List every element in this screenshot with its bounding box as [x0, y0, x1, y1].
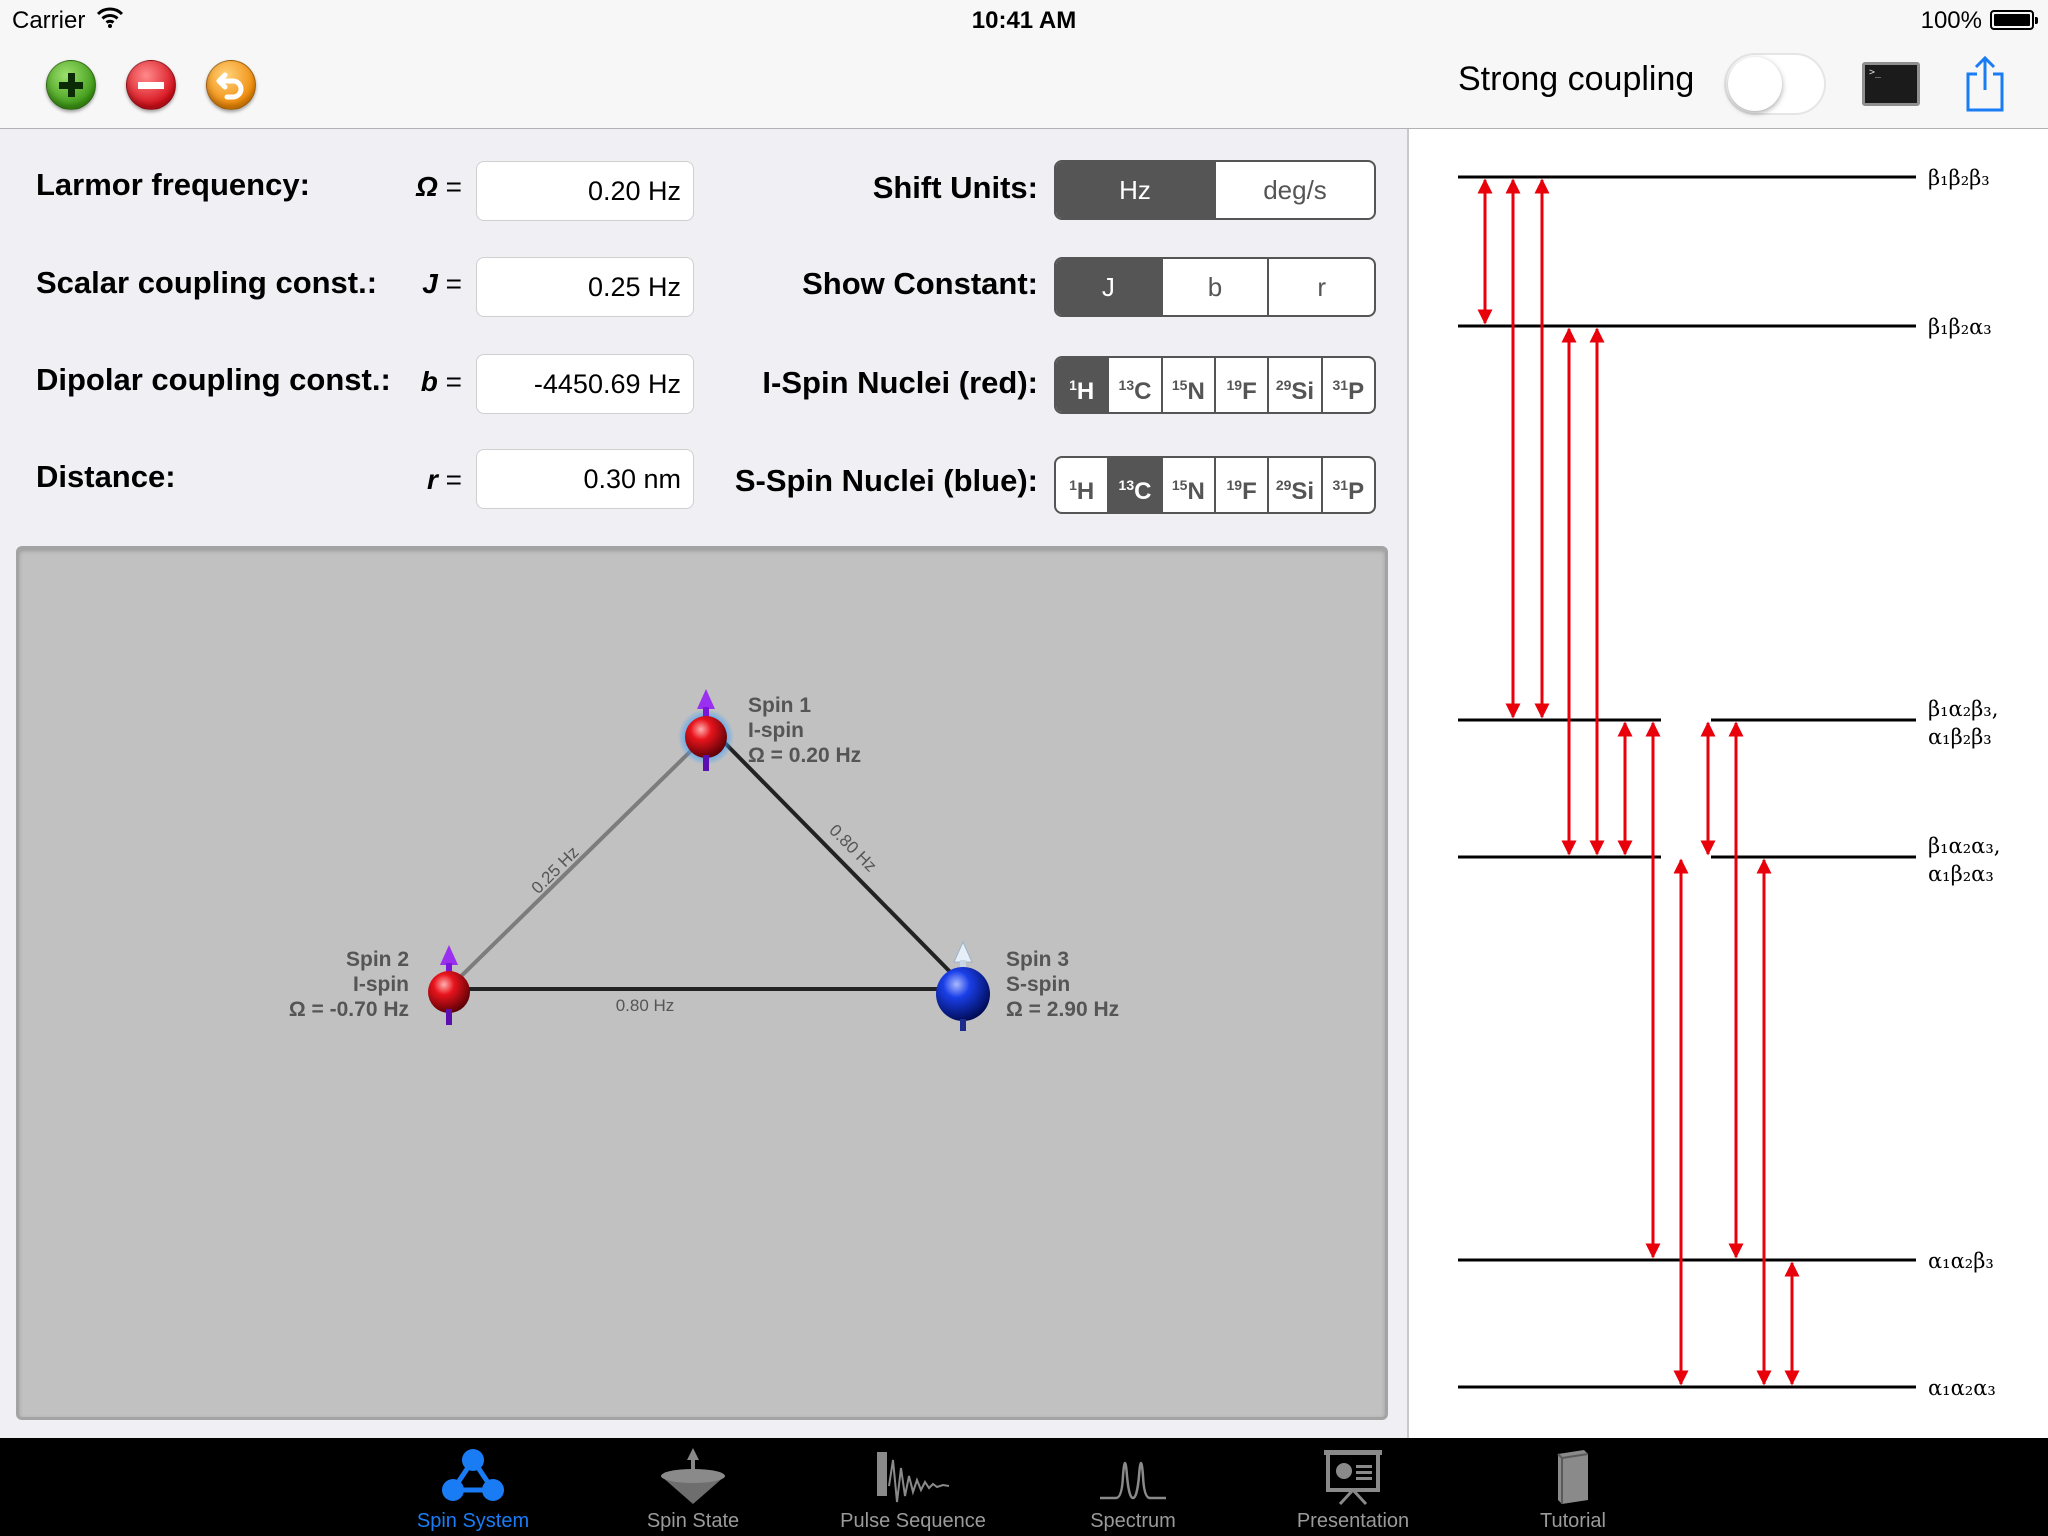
i-spin-option-15n[interactable]: 15N — [1160, 358, 1214, 412]
scalar-coupling-label: Scalar coupling const.: — [36, 265, 378, 300]
spin-2-atom[interactable] — [428, 945, 470, 1025]
show-constant-r[interactable]: r — [1267, 259, 1374, 315]
i-spin-option-19f[interactable]: 19F — [1213, 358, 1267, 412]
spin-2-label: Spin 2 I-spin Ω = -0.70 Hz — [288, 948, 409, 1021]
energy-level-label: α₁α₂α₃ — [1928, 1376, 1996, 1400]
i-spin-option-1h[interactable]: 1H — [1056, 358, 1108, 412]
strong-coupling-label: Strong coupling — [1458, 60, 1695, 98]
minus-icon — [138, 82, 164, 89]
spin-1-atom[interactable] — [678, 689, 734, 771]
spin-3-atom[interactable] — [936, 940, 990, 1031]
s-spin-option-31p[interactable]: 31P — [1320, 458, 1374, 512]
coupling-label-1-3: 0.80 Hz — [825, 821, 880, 876]
energy-level-label: β₁α₂β₃, — [1928, 697, 1998, 721]
spin-system-icon — [442, 1449, 504, 1501]
share-icon[interactable] — [1960, 54, 2010, 114]
show-constant-b[interactable]: b — [1160, 259, 1268, 315]
shift-units-label: Shift Units: — [872, 170, 1038, 205]
toolbar: Strong coupling >_ — [0, 40, 2048, 129]
energy-level-label: β₁β₂α₃ — [1928, 315, 1992, 339]
show-constant-label: Show Constant: — [802, 266, 1038, 301]
add-spin-button[interactable] — [46, 60, 96, 110]
tab-bar: Spin System Spin State Pulse Sequence Sp… — [0, 1438, 2048, 1536]
undo-icon — [216, 72, 244, 100]
spin-3-label: Spin 3 S-spin Ω = 2.90 Hz — [1006, 948, 1120, 1021]
presentation-icon — [1324, 1450, 1382, 1506]
battery-icon — [1990, 10, 2038, 30]
tutorial-icon — [1557, 1450, 1589, 1504]
i-spin-option-29si[interactable]: 29Si — [1267, 358, 1320, 412]
tab-spin-state[interactable]: Spin State — [603, 1438, 783, 1536]
energy-level-label: α₁β₂β₃ — [1928, 725, 1992, 749]
shift-units-hz[interactable]: Hz — [1056, 162, 1214, 218]
tab-presentation[interactable]: Presentation — [1263, 1438, 1443, 1536]
s-spin-nuclei-segmented-control[interactable]: 1H 13C 15N 19F 29Si 31P — [1054, 456, 1376, 514]
dipolar-coupling-label: Dipolar coupling const.: — [36, 362, 391, 397]
terminal-button[interactable]: >_ — [1862, 62, 1920, 106]
battery-percent: 100% — [1920, 7, 1982, 34]
clock: 10:41 AM — [971, 7, 1077, 34]
i-spin-nuclei-label: I-Spin Nuclei (red): — [762, 365, 1038, 400]
spin-1-label: Spin 1 I-spin Ω = 0.20 Hz — [748, 694, 862, 767]
remove-spin-button[interactable] — [126, 60, 176, 110]
energy-level-label: α₁α₂β₃ — [1928, 1249, 1994, 1273]
energy-level-label: α₁β₂α₃ — [1928, 862, 1994, 886]
i-spin-option-31p[interactable]: 31P — [1320, 358, 1374, 412]
distance-label: Distance: — [36, 459, 176, 494]
undo-button[interactable] — [206, 60, 256, 110]
s-spin-option-13c[interactable]: 13C — [1107, 458, 1161, 512]
s-spin-option-15n[interactable]: 15N — [1160, 458, 1214, 512]
spin-system-viewport[interactable]: 0.25 Hz 0.80 Hz 0.80 Hz Spin 1 I-spin Ω … — [16, 546, 1388, 1420]
coupling-line-1-3[interactable] — [717, 735, 966, 988]
pulse-sequence-icon — [877, 1452, 950, 1503]
coupling-line-1-2[interactable] — [445, 737, 705, 992]
tab-spin-system[interactable]: Spin System — [383, 1438, 563, 1536]
energy-level-labels: β₁β₂β₃ β₁β₂α₃ β₁α₂β₃, α₁β₂β₃ β₁α₂α₃, α₁β₂α₃ α₁… — [1928, 166, 2000, 1400]
energy-levels — [1458, 175, 1916, 1389]
larmor-label: Larmor frequency: — [36, 167, 310, 202]
i-spin-option-13c[interactable]: 13C — [1107, 358, 1160, 412]
shift-units-segmented-control[interactable]: Hz deg/s — [1054, 160, 1376, 220]
show-constant-j[interactable]: J — [1056, 259, 1161, 315]
s-spin-option-1h[interactable]: 1H — [1056, 458, 1107, 512]
shift-units-deg-s[interactable]: deg/s — [1214, 162, 1374, 218]
transitions — [1477, 178, 1800, 1386]
terminal-icon: >_ — [1869, 67, 1882, 78]
status-bar: Carrier 10:41 AM 100% — [0, 0, 2048, 40]
spectrum-icon — [1100, 1461, 1166, 1500]
tab-tutorial[interactable]: Tutorial — [1483, 1438, 1663, 1536]
energy-level-label: β₁α₂α₃, — [1928, 834, 2000, 858]
energy-level-diagram: β₁β₂β₃ β₁β₂α₃ β₁α₂β₃, α₁β₂β₃ β₁α₂α₃, α₁β₂α₃ α₁… — [1458, 166, 2000, 1400]
s-spin-option-19f[interactable]: 19F — [1213, 458, 1267, 512]
s-spin-option-29si[interactable]: 29Si — [1267, 458, 1320, 512]
coupling-label-2-3: 0.80 Hz — [616, 996, 675, 1015]
spin-state-icon — [661, 1448, 725, 1504]
tab-spectrum[interactable]: Spectrum — [1043, 1438, 1223, 1536]
i-spin-nuclei-segmented-control[interactable]: 1H 13C 15N 19F 29Si 31P — [1054, 356, 1376, 414]
tab-pulse-sequence[interactable]: Pulse Sequence — [823, 1438, 1003, 1536]
s-spin-nuclei-label: S-Spin Nuclei (blue): — [734, 463, 1038, 498]
coupling-label-1-2: 0.25 Hz — [528, 843, 583, 898]
strong-coupling-toggle[interactable] — [1724, 53, 1826, 115]
energy-level-label: β₁β₂β₃ — [1928, 166, 1990, 190]
show-constant-segmented-control[interactable]: J b r — [1054, 257, 1376, 317]
